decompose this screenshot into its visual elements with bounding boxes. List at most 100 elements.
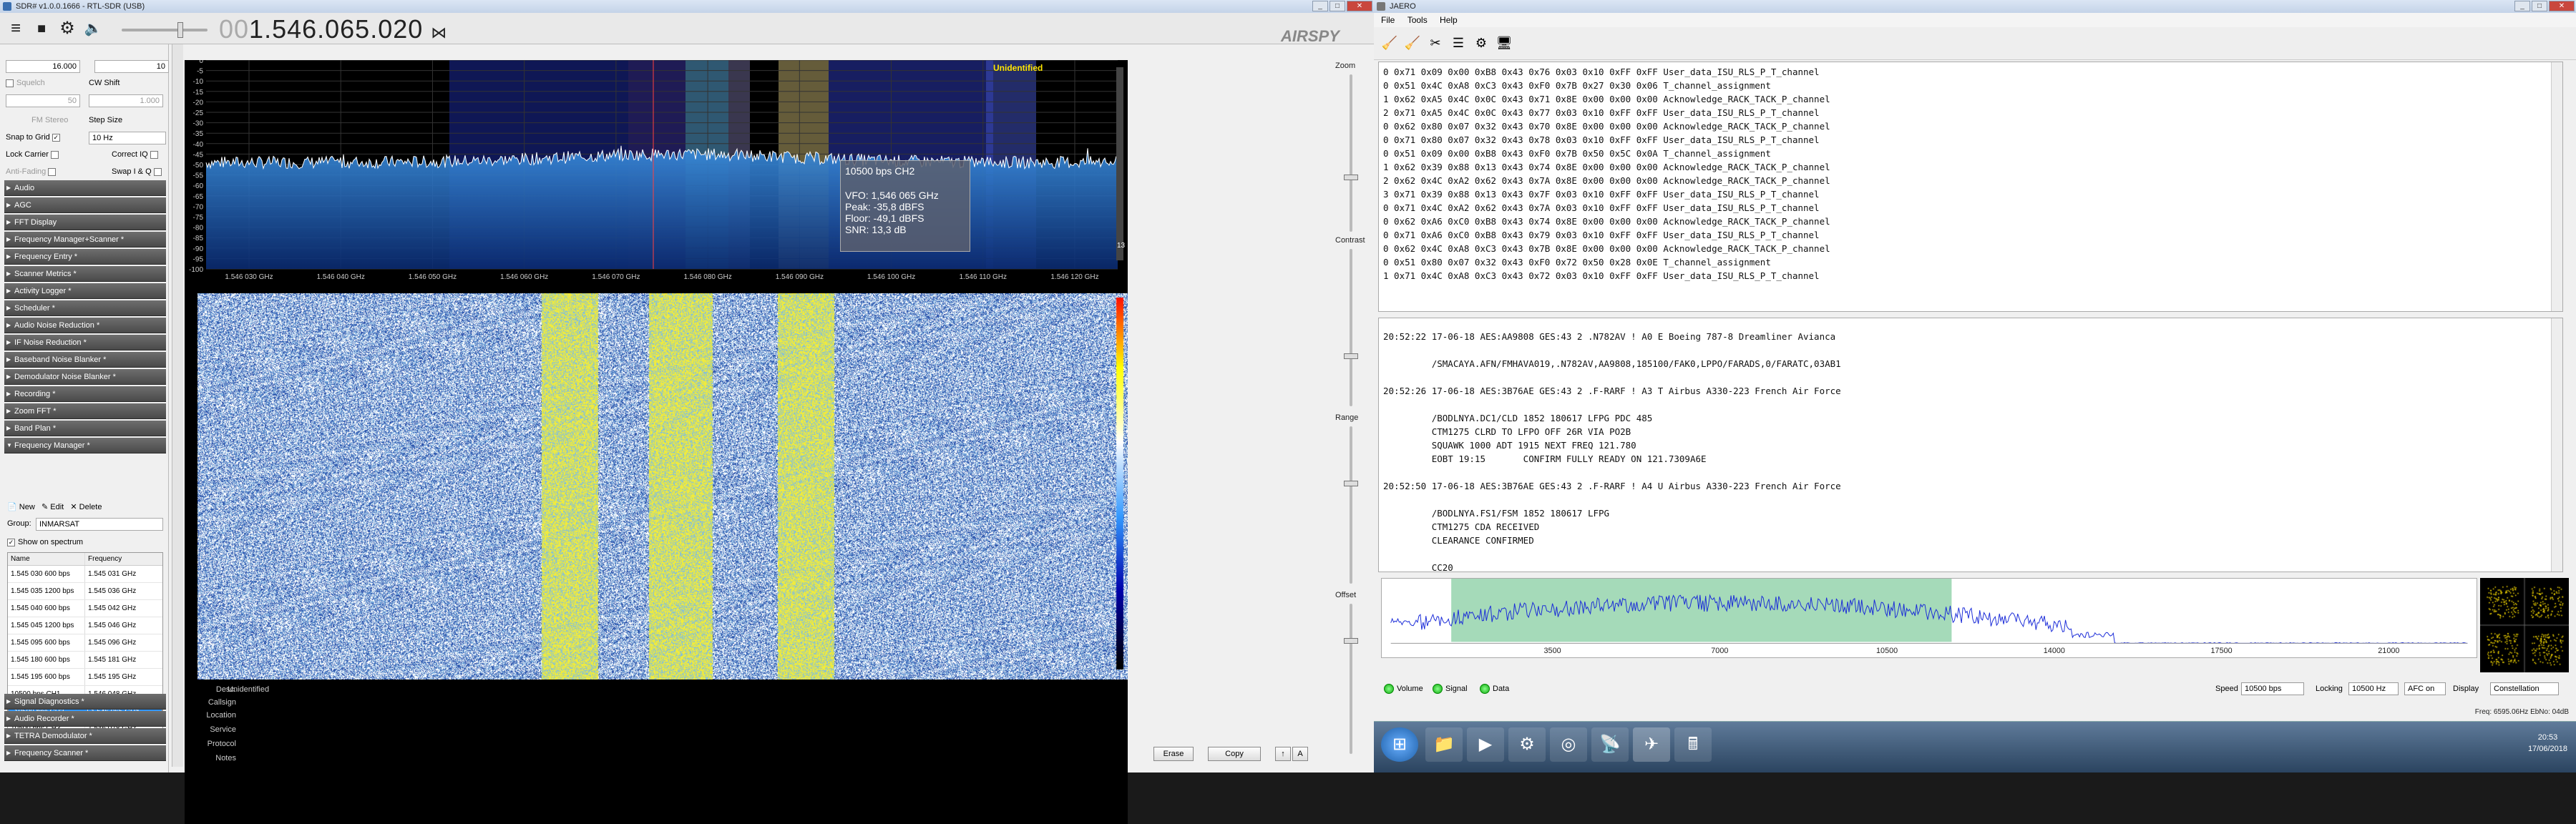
section-header[interactable]: TETRA Demodulator *: [4, 728, 166, 744]
section-header[interactable]: AGC: [4, 197, 166, 213]
table-row[interactable]: 1.545 045 1200 bps 1.545 046 GHz: [8, 617, 162, 634]
menu-tools[interactable]: Tools: [1407, 15, 1428, 25]
control-panel-scrollbar[interactable]: [172, 44, 183, 767]
offset-slider-handle[interactable]: [1344, 638, 1358, 644]
gear-icon[interactable]: ⚙: [57, 19, 77, 39]
section-header[interactable]: Baseband Noise Blanker *: [4, 352, 166, 368]
start-button[interactable]: ⊞: [1381, 727, 1418, 762]
zoom-slider-handle[interactable]: [1344, 175, 1358, 180]
maximize-button[interactable]: □: [1330, 1, 1345, 11]
packet-log-output[interactable]: 0 0x71 0x09 0x00 0xB8 0x43 0x76 0x03 0x1…: [1378, 62, 2563, 312]
waterfall-display[interactable]: [185, 293, 1128, 680]
app-icon-2[interactable]: 🖩: [1674, 727, 1712, 762]
lock-carrier-checkbox[interactable]: Lock Carrier: [6, 147, 62, 162]
erase-button[interactable]: Erase: [1153, 747, 1194, 761]
section-header[interactable]: Demodulator Noise Blanker *: [4, 369, 166, 385]
copy-button[interactable]: Copy: [1208, 747, 1261, 761]
section-header[interactable]: Recording *: [4, 386, 166, 402]
contrast-slider-handle[interactable]: [1344, 353, 1358, 359]
jaero-minimize-button[interactable]: _: [2514, 1, 2530, 11]
monitor-icon[interactable]: 🖥: [1494, 32, 1514, 54]
jaero-title-bar[interactable]: JAERO _ □ ✕: [1374, 0, 2576, 13]
display-select[interactable]: Constellation: [2490, 682, 2559, 695]
range-slider-handle[interactable]: [1344, 481, 1358, 486]
jaero-close-button[interactable]: ✕: [2549, 1, 2575, 11]
section-header[interactable]: Audio: [4, 180, 166, 196]
section-header[interactable]: Band Plan *: [4, 421, 166, 436]
table-row[interactable]: 1.545 030 600 bps 1.545 031 GHz: [8, 566, 162, 583]
table-row[interactable]: 1.545 035 1200 bps 1.545 036 GHz: [8, 583, 162, 600]
section-header[interactable]: Audio Recorder *: [4, 711, 166, 727]
locking-select[interactable]: 10500 Hz: [2348, 682, 2399, 695]
gain-input[interactable]: 16.000: [6, 60, 80, 73]
table-row[interactable]: 1.545 095 600 bps 1.545 096 GHz: [8, 634, 162, 652]
section-header[interactable]: FFT Display: [4, 215, 166, 230]
range-slider[interactable]: [1350, 426, 1352, 584]
zoom-slider[interactable]: [1350, 74, 1352, 232]
section-header[interactable]: IF Noise Reduction *: [4, 335, 166, 350]
jaero-taskbar-icon[interactable]: ✈: [1633, 727, 1670, 762]
section-header[interactable]: Zoom FFT *: [4, 403, 166, 419]
column-header-name[interactable]: Name: [8, 553, 85, 565]
sdr-title-bar[interactable]: SDR# v1.0.0.1666 - RTL-SDR (USB) _ □ ✕: [0, 0, 1374, 13]
step-size-select[interactable]: 10 Hz: [89, 132, 166, 144]
spectrum-analyzer[interactable]: 0 -5 -10 -15 -20 -25 -30 -35 -40 -45 -50 -55 -60 -65 -…: [185, 60, 1128, 289]
swap-iq-checkbox[interactable]: Swap I & Q: [112, 165, 165, 179]
section-header[interactable]: Audio Noise Reduction *: [4, 318, 166, 333]
delete-button[interactable]: ✕ Delete: [70, 503, 102, 511]
correct-iq-checkbox[interactable]: Correct IQ: [112, 147, 161, 162]
edit-button[interactable]: ✎ Edit: [42, 503, 64, 511]
app-icon-1[interactable]: ⚙: [1508, 727, 1546, 762]
section-header[interactable]: Frequency Scanner *: [4, 745, 166, 761]
section-header[interactable]: Frequency Entry *: [4, 249, 166, 265]
new-button[interactable]: 📄 New: [7, 503, 35, 511]
section-header[interactable]: Scheduler *: [4, 300, 166, 316]
font-button[interactable]: A: [1292, 747, 1308, 761]
anti-fading-checkbox[interactable]: Anti-Fading: [6, 165, 59, 179]
menu-file[interactable]: File: [1381, 15, 1395, 25]
tuning-mode-icon[interactable]: ⋈: [431, 24, 447, 41]
cw-shift-input[interactable]: 1.000: [89, 94, 163, 107]
menu-help[interactable]: Help: [1440, 15, 1458, 25]
cut-icon[interactable]: ✂: [1425, 32, 1445, 54]
afc-select[interactable]: AFC on: [2404, 682, 2446, 695]
minimize-button[interactable]: _: [1312, 1, 1328, 11]
volume-slider[interactable]: [122, 29, 208, 31]
packet-log-scrollbar[interactable]: [2551, 62, 2562, 311]
frequency-display[interactable]: 001.546.065.020 ⋈: [219, 14, 447, 44]
fm-stereo-checkbox[interactable]: FM Stereo: [31, 113, 68, 127]
offset-slider[interactable]: [1350, 604, 1352, 754]
list-icon[interactable]: ☰: [1448, 32, 1468, 54]
scroll-up-button[interactable]: ↑: [1275, 747, 1291, 761]
snap-to-grid-checkbox[interactable]: Snap to Grid ✓: [6, 130, 63, 144]
speaker-icon[interactable]: 🔈: [83, 19, 103, 39]
table-row[interactable]: 1.545 040 600 bps 1.545 042 GHz: [8, 600, 162, 617]
section-header[interactable]: Signal Diagnostics *: [4, 694, 166, 710]
jaero-maximize-button[interactable]: □: [2532, 1, 2547, 11]
section-header[interactable]: Frequency Manager+Scanner *: [4, 232, 166, 247]
volume-slider-handle[interactable]: [177, 22, 183, 38]
acars-log-scrollbar[interactable]: [2551, 318, 2562, 572]
column-header-frequency[interactable]: Frequency: [85, 553, 157, 565]
squelch-checkbox[interactable]: Squelch: [6, 76, 45, 90]
speed-select[interactable]: 10500 bps: [2241, 682, 2304, 695]
gain2-input[interactable]: 10: [94, 60, 169, 73]
stop-icon[interactable]: ■: [31, 19, 52, 39]
section-header[interactable]: Frequency Manager *: [4, 438, 166, 453]
chrome-icon[interactable]: ◎: [1550, 727, 1587, 762]
squelch-input[interactable]: 50: [6, 94, 80, 107]
section-header[interactable]: Scanner Metrics *: [4, 266, 166, 282]
table-row[interactable]: 1.545 180 600 bps 1.545 181 GHz: [8, 652, 162, 669]
explorer-icon[interactable]: 📁: [1425, 727, 1463, 762]
section-header[interactable]: Activity Logger *: [4, 283, 166, 299]
hamburger-menu-icon[interactable]: ≡: [6, 19, 26, 39]
clear-icon[interactable]: 🧹: [1402, 32, 1423, 54]
table-row[interactable]: 1.545 195 600 bps 1.545 195 GHz: [8, 669, 162, 686]
media-player-icon[interactable]: ▶: [1467, 727, 1504, 762]
show-on-spectrum-checkbox[interactable]: ✓ Show on spectrum: [7, 535, 83, 549]
contrast-slider[interactable]: [1350, 249, 1352, 406]
sdr-taskbar-icon[interactable]: 📡: [1591, 727, 1629, 762]
close-button[interactable]: ✕: [1347, 1, 1372, 11]
acars-message-output[interactable]: 20:52:22 17-06-18 AES:AA9808 GES:43 2 .N…: [1378, 318, 2563, 572]
broom-icon[interactable]: 🧹: [1380, 32, 1400, 54]
